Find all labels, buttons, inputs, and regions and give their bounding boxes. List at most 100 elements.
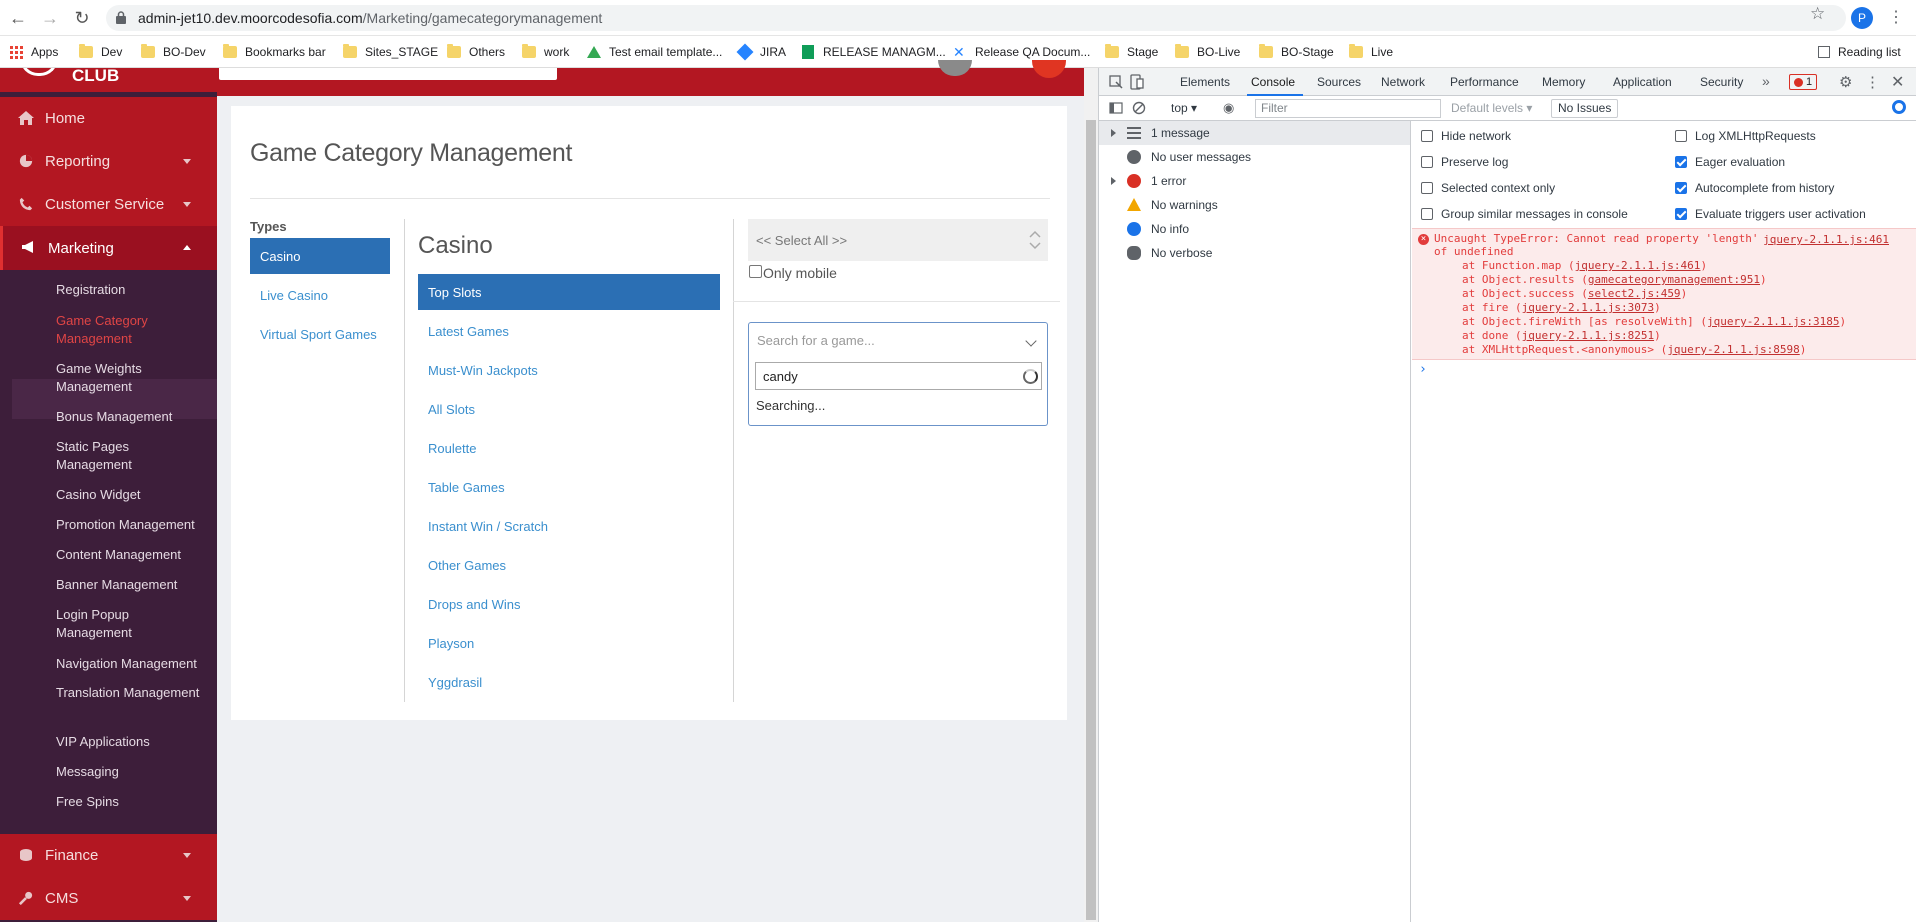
sidebar-item-finance[interactable]: Finance [0, 834, 217, 877]
address-bar[interactable]: admin-jet10.dev.moorcodesofia.com/Market… [106, 5, 1846, 31]
checkbox-checked[interactable] [1675, 156, 1687, 168]
console-settings-icon[interactable] [1892, 100, 1906, 114]
game-multiselect[interactable]: << Select All >> [748, 219, 1048, 261]
sidebar-subitem[interactable]: Translation Management [56, 684, 206, 702]
option-group-similar[interactable]: Group similar messages in console [1421, 207, 1628, 221]
type-item-virtual-sport[interactable]: Virtual Sport Games [250, 316, 390, 352]
bookmark-work[interactable]: work [522, 42, 569, 62]
levels-dropdown[interactable]: Default levels ▾ [1451, 101, 1532, 115]
context-select[interactable]: top ▾ [1171, 101, 1197, 115]
game-search-select[interactable]: Search for a game... [748, 322, 1048, 358]
tab-memory[interactable]: Memory [1542, 75, 1585, 89]
sidebar-subitem[interactable]: Promotion Management [56, 516, 214, 534]
checkbox-box[interactable] [749, 264, 762, 278]
forward-arrow-icon[interactable]: → [38, 6, 62, 30]
error-count-badge[interactable]: 1 [1789, 74, 1818, 90]
bookmark-live[interactable]: Live [1349, 42, 1393, 62]
option-eval-triggers[interactable]: Evaluate triggers user activation [1675, 207, 1866, 221]
category-item[interactable]: Instant Win / Scratch [418, 508, 720, 544]
more-tabs-icon[interactable]: » [1762, 73, 1770, 89]
sidebar-subitem[interactable]: Banner Management [56, 576, 206, 594]
category-item[interactable]: Must-Win Jackpots [418, 352, 720, 388]
sidebar-subitem[interactable]: Content Management [56, 546, 206, 564]
tab-console[interactable]: Console [1251, 75, 1295, 89]
sidebar-subitem-current[interactable]: Game Category Management [56, 312, 206, 348]
page-scrollbar[interactable] [1084, 68, 1098, 922]
option-autocomplete[interactable]: Autocomplete from history [1675, 181, 1834, 195]
sidebar-subitem[interactable]: Messaging [56, 763, 206, 781]
type-item-live-casino[interactable]: Live Casino [250, 277, 390, 313]
checkbox[interactable] [1675, 130, 1687, 142]
tab-application[interactable]: Application [1613, 75, 1672, 89]
bookmark-dev[interactable]: Dev [79, 42, 122, 62]
frame-link[interactable]: jquery-2.1.1.js:8251 [1522, 329, 1654, 342]
console-filter-user-messages[interactable]: No user messages [1099, 145, 1410, 169]
sidebar-subitem[interactable]: Login Popup Management [56, 606, 206, 642]
category-item[interactable]: Table Games [418, 469, 720, 505]
frame-link[interactable]: jquery-2.1.1.js:461 [1575, 259, 1701, 272]
checkbox[interactable] [1421, 208, 1433, 220]
profile-avatar[interactable]: P [1851, 7, 1873, 29]
device-toolbar-icon[interactable] [1130, 74, 1144, 90]
frame-link[interactable]: jquery-2.1.1.js:3073 [1522, 301, 1654, 314]
tab-network[interactable]: Network [1381, 75, 1425, 89]
frame-link[interactable]: jquery-2.1.1.js:3185 [1707, 315, 1839, 328]
sidebar-item-customer-service[interactable]: Customer Service [0, 183, 217, 226]
sidebar-item-marketing[interactable]: Marketing [0, 226, 217, 270]
sidebar-toggle-icon[interactable] [1109, 102, 1123, 114]
checkbox-checked[interactable] [1675, 208, 1687, 220]
tab-sources[interactable]: Sources [1317, 75, 1361, 89]
bookmark-others[interactable]: Others [447, 42, 505, 62]
close-icon[interactable]: ✕ [1891, 72, 1904, 92]
console-filter-input[interactable]: Filter [1255, 99, 1441, 118]
option-hide-network[interactable]: Hide network [1421, 129, 1511, 143]
only-mobile-checkbox[interactable]: Only mobile [749, 264, 837, 281]
bookmark-jira[interactable]: JIRA [736, 42, 786, 62]
select-all-option[interactable]: << Select All >> [756, 233, 847, 248]
tab-performance[interactable]: Performance [1450, 75, 1519, 89]
inspect-element-icon[interactable] [1109, 75, 1123, 89]
frame-link[interactable]: jquery-2.1.1.js:8598 [1667, 343, 1799, 356]
category-item[interactable]: Playson [418, 625, 720, 661]
back-arrow-icon[interactable]: ← [6, 6, 30, 30]
sidebar-subitem[interactable]: Free Spins [56, 793, 206, 811]
category-item[interactable]: Other Games [418, 547, 720, 583]
checkbox[interactable] [1421, 182, 1433, 194]
eye-icon[interactable]: ◉ [1223, 100, 1234, 116]
category-item[interactable]: Roulette [418, 430, 720, 466]
option-selected-context[interactable]: Selected context only [1421, 181, 1555, 195]
console-filter-messages[interactable]: 1 message [1099, 121, 1410, 145]
tab-security[interactable]: Security [1700, 75, 1743, 89]
category-item[interactable]: Drops and Wins [418, 586, 720, 622]
reading-list[interactable]: Reading list [1818, 42, 1901, 62]
bookmark-star-icon[interactable]: ☆ [1810, 4, 1825, 24]
option-eager-eval[interactable]: Eager evaluation [1675, 155, 1785, 169]
checkbox[interactable] [1421, 156, 1433, 168]
devtools-menu-icon[interactable]: ⋮ [1865, 73, 1880, 91]
frame-link[interactable]: select2.js:459 [1588, 287, 1681, 300]
sidebar-subitem[interactable]: Navigation Management [56, 655, 214, 673]
bookmark-sites-stage[interactable]: Sites_STAGE [343, 42, 438, 62]
option-log-xhr[interactable]: Log XMLHttpRequests [1675, 129, 1816, 143]
sidebar-subitem[interactable]: Registration [56, 281, 206, 299]
console-prompt[interactable]: › [1419, 362, 1427, 377]
console-filter-verbose[interactable]: No verbose [1099, 241, 1410, 265]
reload-icon[interactable]: ↻ [70, 6, 94, 30]
bookmark-release-qa[interactable]: ✕ Release QA Docum... [953, 42, 1090, 62]
console-filter-info[interactable]: No info [1099, 217, 1410, 241]
category-item[interactable]: Yggdrasil [418, 664, 720, 700]
bookmark-apps[interactable]: Apps [10, 42, 58, 62]
bookmark-bo-stage[interactable]: BO-Stage [1259, 42, 1334, 62]
sidebar-subitem[interactable]: Bonus Management [56, 408, 206, 426]
issues-button[interactable]: No Issues [1551, 99, 1619, 118]
error-source-link[interactable]: jquery-2.1.1.js:461 [1763, 233, 1889, 247]
type-item-casino[interactable]: Casino [250, 238, 390, 274]
category-item[interactable]: All Slots [418, 391, 720, 427]
clear-console-icon[interactable] [1132, 101, 1146, 115]
sidebar-subitem[interactable]: VIP Applications [56, 733, 206, 751]
bookmark-release-managm[interactable]: RELEASE MANAGM... [802, 42, 946, 62]
bookmark-bo-live[interactable]: BO-Live [1175, 42, 1240, 62]
bookmark-test-email[interactable]: Test email template... [587, 42, 722, 62]
sidebar-item-home[interactable]: Home [0, 97, 217, 140]
header-search-input[interactable] [219, 68, 557, 80]
